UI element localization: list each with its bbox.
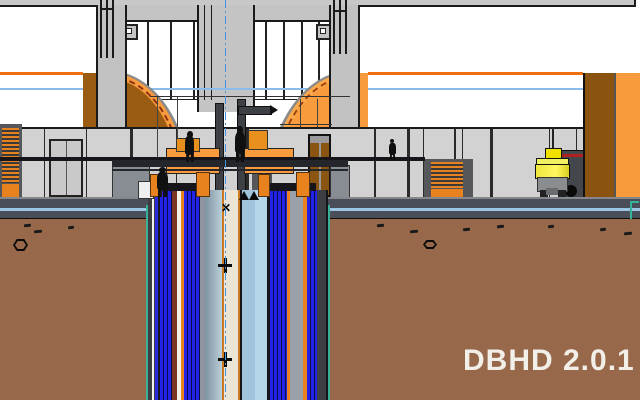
- wall-panel-joint: [407, 129, 410, 199]
- left-mast-tie: [100, 8, 114, 10]
- wellhead-frame-line: [150, 96, 350, 97]
- wellhead-orange-block: [258, 174, 270, 197]
- wellhead-orange-block: [196, 172, 210, 197]
- excavation-marker-right-edge: [630, 201, 639, 203]
- worker-on-platform-right-silhouette: [233, 126, 247, 162]
- stone-mark: [24, 224, 31, 228]
- wall-panel-joint: [86, 129, 87, 199]
- stone-mark: [68, 226, 74, 230]
- wellhead-frame-line: [300, 99, 301, 127]
- version-watermark: DBHD 2.0.1: [463, 344, 635, 378]
- boulder-hexagon-symbol: [423, 240, 437, 249]
- cad-drawing-canvas: ✕ DBHD 2.0.1: [0, 0, 640, 400]
- wellhead-main-beam: [112, 160, 348, 167]
- worker-in-hall-left-silhouette: [155, 167, 170, 197]
- stone-mark: [548, 225, 554, 229]
- right-louver-vent: [431, 162, 463, 188]
- borehole-centerline: [225, 0, 226, 400]
- right-vent-sill: [431, 189, 463, 197]
- stone-mark: [34, 230, 42, 234]
- right-mast: [333, 0, 335, 54]
- stone-mark: [600, 228, 606, 232]
- stone-mark: [624, 232, 632, 236]
- wall-panel-joint: [490, 129, 493, 199]
- right-mast: [345, 0, 347, 54]
- stone-mark: [410, 230, 418, 234]
- wellhead-orange-block: [296, 172, 310, 197]
- stone-mark: [377, 224, 384, 228]
- stone-mark: [497, 225, 504, 229]
- valve-marker: [249, 191, 259, 200]
- derrick-beam-arrow: [270, 105, 278, 115]
- headframe-pole: [211, 5, 212, 100]
- machine-step: [546, 188, 558, 195]
- right-mast-tie: [333, 10, 347, 12]
- headframe-pole: [204, 5, 205, 100]
- wellhead-frame-line: [280, 124, 332, 125]
- left-louver-vent: [2, 128, 19, 183]
- derrick-top-beam: [238, 106, 272, 115]
- stone-mark: [463, 228, 470, 232]
- left-vent-sill: [2, 184, 19, 197]
- right-orange-column: [616, 73, 640, 197]
- foundation-slab: [0, 197, 640, 220]
- wall-panel-joint: [44, 129, 45, 199]
- crane-cable: [552, 127, 554, 150]
- wellhead-frame-line: [317, 99, 318, 127]
- excavation-marker-right-edge: [630, 201, 632, 220]
- wall-panel-joint: [374, 129, 376, 199]
- hall-door-left: [49, 139, 83, 197]
- orange-level-line-right: [368, 72, 583, 75]
- right-brown-column: [583, 73, 616, 197]
- platform-crate: [248, 130, 268, 150]
- machine-foot: [558, 190, 566, 197]
- wellhead-frame-line: [157, 97, 158, 159]
- worker-in-hall-right-silhouette: [388, 139, 397, 160]
- boulder-hexagon-symbol: [13, 239, 28, 251]
- orange-level-line-left: [0, 72, 83, 75]
- right-mast: [339, 0, 341, 54]
- valve-marker: [239, 191, 249, 200]
- groundwater-line: [0, 208, 640, 211]
- worker-on-platform-left-silhouette: [184, 131, 196, 162]
- wellhead-lower-beam: [112, 169, 348, 171]
